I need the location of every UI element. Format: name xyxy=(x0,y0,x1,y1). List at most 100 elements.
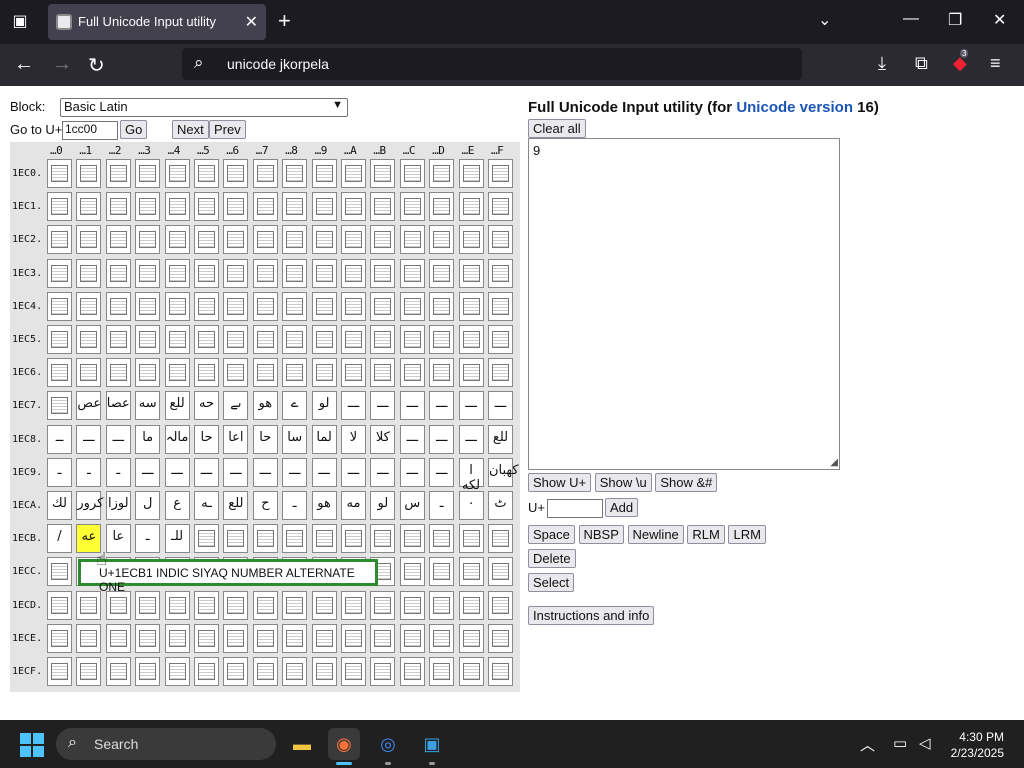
character-cell[interactable] xyxy=(135,159,161,188)
character-cell[interactable] xyxy=(282,623,308,653)
character-cell[interactable] xyxy=(370,291,396,321)
character-cell[interactable] xyxy=(252,524,278,554)
character-cell[interactable]: ىے xyxy=(223,391,249,421)
character-cell[interactable] xyxy=(399,325,425,354)
character-cell[interactable] xyxy=(135,325,161,354)
character-cell[interactable]: ـــ xyxy=(399,424,425,454)
character-cell[interactable]: ـ xyxy=(282,491,308,520)
character-cell[interactable] xyxy=(223,159,249,188)
character-cell[interactable] xyxy=(76,225,102,255)
character-cell[interactable] xyxy=(47,623,72,653)
minimize-icon[interactable]: — xyxy=(903,10,919,28)
character-cell[interactable] xyxy=(341,524,366,554)
character-cell[interactable]: ل xyxy=(135,491,161,520)
character-cell[interactable] xyxy=(252,623,278,653)
character-cell[interactable] xyxy=(488,557,513,587)
character-cell[interactable]: لو xyxy=(370,491,396,520)
character-cell[interactable] xyxy=(370,192,396,222)
space-button[interactable]: Space xyxy=(528,525,575,544)
character-cell[interactable] xyxy=(429,192,455,222)
character-cell[interactable]: ـ xyxy=(105,457,131,487)
character-cell[interactable] xyxy=(282,590,308,620)
character-cell[interactable]: ـه xyxy=(194,491,219,520)
character-cell[interactable] xyxy=(47,391,72,421)
character-cell[interactable] xyxy=(105,225,131,255)
character-cell[interactable] xyxy=(341,225,366,255)
character-cell[interactable] xyxy=(458,524,484,554)
character-cell[interactable] xyxy=(223,192,249,222)
character-cell[interactable] xyxy=(488,159,513,188)
character-cell[interactable] xyxy=(429,590,455,620)
character-cell[interactable] xyxy=(76,325,102,354)
character-cell[interactable] xyxy=(282,291,308,321)
character-cell[interactable]: لوزا xyxy=(105,491,131,520)
new-tab-icon[interactable]: + xyxy=(278,8,291,34)
character-cell[interactable]: ـــ xyxy=(194,457,219,487)
character-cell[interactable]: هو xyxy=(311,491,337,520)
character-cell[interactable] xyxy=(223,291,249,321)
character-cell[interactable]: ـــ xyxy=(135,457,161,487)
character-cell[interactable] xyxy=(370,524,396,554)
character-cell[interactable]: للع xyxy=(488,424,513,454)
character-cell[interactable] xyxy=(488,590,513,620)
block-select[interactable]: Basic Latin ▼ xyxy=(60,98,348,117)
reload-icon[interactable]: ↻ xyxy=(88,53,105,78)
rlm-button[interactable]: RLM xyxy=(687,525,725,544)
character-cell[interactable] xyxy=(252,358,278,388)
select-button[interactable]: Select xyxy=(528,573,575,592)
character-cell[interactable]: ـــ xyxy=(341,391,366,421)
character-cell[interactable] xyxy=(429,524,455,554)
character-cell[interactable] xyxy=(105,192,131,222)
codepoint-input[interactable] xyxy=(546,499,603,519)
character-cell[interactable] xyxy=(488,192,513,222)
show-u-button[interactable]: Show U+ xyxy=(528,473,592,492)
character-cell[interactable] xyxy=(311,623,337,653)
active-tab[interactable]: Full Unicode Input utility ✕ xyxy=(48,4,266,40)
character-cell[interactable] xyxy=(47,590,72,620)
character-cell[interactable]: ع xyxy=(164,491,190,520)
character-cell[interactable]: ـــ xyxy=(282,457,308,487)
character-cell[interactable] xyxy=(164,192,190,222)
character-cell[interactable] xyxy=(47,258,72,288)
character-cell[interactable]: عص xyxy=(76,391,102,421)
character-cell[interactable] xyxy=(252,159,278,188)
character-cell[interactable] xyxy=(370,258,396,288)
nbsp-button[interactable]: NBSP xyxy=(578,525,624,544)
character-cell[interactable] xyxy=(311,291,337,321)
character-cell[interactable]: ـــ xyxy=(399,391,425,421)
character-cell[interactable] xyxy=(105,159,131,188)
character-cell[interactable]: ـــ xyxy=(76,424,102,454)
character-cell[interactable] xyxy=(429,225,455,255)
character-cell[interactable] xyxy=(311,192,337,222)
character-cell[interactable] xyxy=(105,590,131,620)
close-tab-icon[interactable]: ✕ xyxy=(245,12,258,32)
character-cell[interactable]: ــ xyxy=(47,424,72,454)
character-cell[interactable] xyxy=(282,192,308,222)
taskbar-search[interactable]: ⌕ Search xyxy=(56,728,276,760)
character-cell[interactable]: ـــ xyxy=(370,457,396,487)
character-cell[interactable]: حه xyxy=(194,391,219,421)
character-cell[interactable] xyxy=(488,623,513,653)
character-cell[interactable] xyxy=(311,657,337,686)
character-cell[interactable] xyxy=(488,524,513,554)
character-cell[interactable] xyxy=(341,258,366,288)
character-cell[interactable] xyxy=(164,225,190,255)
character-cell[interactable] xyxy=(164,657,190,686)
character-cell[interactable] xyxy=(194,590,219,620)
character-cell[interactable] xyxy=(341,657,366,686)
character-cell[interactable] xyxy=(135,258,161,288)
character-cell[interactable] xyxy=(458,225,484,255)
character-cell[interactable]: لو xyxy=(311,391,337,421)
character-cell[interactable] xyxy=(164,590,190,620)
character-cell[interactable]: ـــ xyxy=(311,457,337,487)
character-cell[interactable] xyxy=(223,623,249,653)
character-cell[interactable] xyxy=(47,159,72,188)
firefox-icon[interactable]: ◉ xyxy=(328,728,360,760)
character-cell[interactable] xyxy=(399,258,425,288)
character-cell[interactable] xyxy=(282,225,308,255)
character-cell[interactable] xyxy=(399,291,425,321)
character-cell[interactable] xyxy=(458,557,484,587)
character-cell[interactable]: عصا xyxy=(105,391,131,421)
character-cell[interactable] xyxy=(399,590,425,620)
character-cell[interactable] xyxy=(341,159,366,188)
